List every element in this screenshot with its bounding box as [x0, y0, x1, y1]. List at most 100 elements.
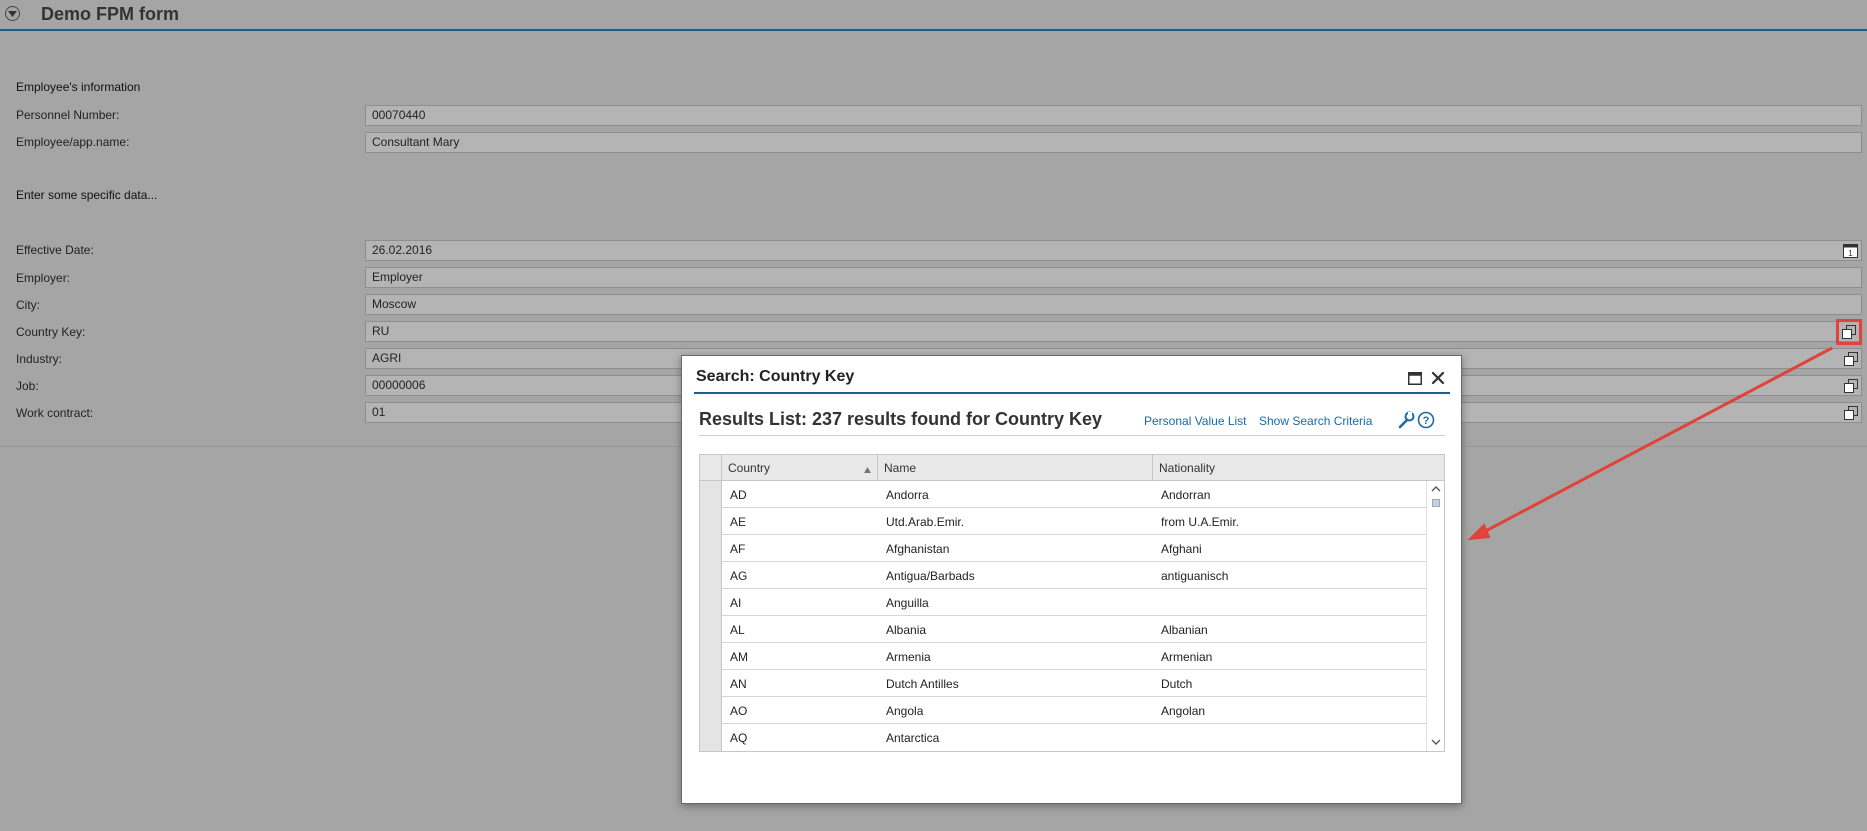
- nationality-cell: Afghani: [1161, 542, 1202, 556]
- nationality-cell: Albanian: [1161, 623, 1208, 637]
- name-cell: Albania: [886, 623, 927, 637]
- show-search-criteria-link[interactable]: Show Search Criteria: [1259, 414, 1372, 428]
- dialog-titlebar: Search: Country Key: [694, 364, 1450, 394]
- name-cell: Armenia: [886, 650, 931, 664]
- row-selector[interactable]: [700, 670, 722, 697]
- job-value: 00000006: [372, 378, 426, 392]
- value-help-icon: [1843, 378, 1858, 393]
- nationality-cell: [1153, 589, 1426, 616]
- help-button[interactable]: ?: [1417, 411, 1435, 429]
- page-title: Demo FPM form: [41, 4, 180, 24]
- close-icon: [1431, 371, 1445, 385]
- table-row[interactable]: AM Armenia Armenian: [700, 643, 1426, 670]
- country-cell: AI: [730, 596, 742, 610]
- nationality-cell: antiguanisch: [1161, 569, 1229, 583]
- country-cell: AN: [730, 677, 747, 691]
- row-selector[interactable]: [700, 562, 722, 589]
- industry-label: Industry:: [16, 352, 63, 366]
- effective-date-field[interactable]: 26.02.2016 1: [365, 240, 1862, 261]
- employer-value: Employer: [372, 270, 423, 284]
- country-key-field[interactable]: RU: [365, 319, 1862, 345]
- city-label: City:: [16, 298, 40, 312]
- value-help-icon: [1842, 325, 1856, 339]
- value-help-icon: [1843, 405, 1858, 420]
- employee-name-field[interactable]: Consultant Mary: [365, 132, 1862, 153]
- table-row[interactable]: AG Antigua/Barbads antiguanisch: [700, 562, 1426, 589]
- column-header-country[interactable]: Country: [722, 455, 878, 481]
- row-selector[interactable]: [700, 589, 722, 616]
- personnel-number-field[interactable]: 00070440: [365, 105, 1862, 126]
- table-row[interactable]: AF Afghanistan Afghani: [700, 535, 1426, 562]
- name-cell: Dutch Antilles: [886, 677, 959, 691]
- maximize-button[interactable]: [1407, 370, 1423, 386]
- table-row[interactable]: AI Anguilla: [700, 589, 1426, 616]
- table-row[interactable]: AO Angola Angolan: [700, 697, 1426, 724]
- employer-label: Employer:: [16, 271, 71, 285]
- country-cell: AQ: [730, 731, 748, 745]
- nationality-cell: Andorran: [1161, 488, 1211, 502]
- name-cell: Utd.Arab.Emir.: [886, 515, 965, 529]
- row-selector[interactable]: [700, 535, 722, 562]
- effective-date-label: Effective Date:: [16, 243, 94, 257]
- nationality-cell: [1153, 724, 1426, 751]
- collapse-toggle-button[interactable]: [5, 6, 20, 21]
- row-selector[interactable]: [700, 697, 722, 724]
- results-header: Results List: 237 results found for Coun…: [699, 406, 1445, 436]
- industry-value-help-button[interactable]: [1842, 350, 1859, 367]
- row-selector[interactable]: [700, 481, 722, 508]
- calendar-button[interactable]: 1: [1842, 242, 1859, 259]
- row-selector[interactable]: [700, 508, 722, 535]
- effective-date-value: 26.02.2016: [372, 243, 433, 257]
- country-key-label: Country Key:: [16, 325, 86, 339]
- close-button[interactable]: [1430, 370, 1446, 386]
- name-cell: Angola: [886, 704, 924, 718]
- country-key-value: RU: [372, 324, 390, 338]
- row-selector[interactable]: [700, 643, 722, 670]
- country-cell: AF: [730, 542, 746, 556]
- table-row[interactable]: AD Andorra Andorran: [700, 481, 1426, 508]
- employer-field[interactable]: Employer: [365, 267, 1862, 288]
- personnel-number-value: 00070440: [372, 108, 426, 122]
- vertical-scrollbar[interactable]: [1426, 481, 1444, 751]
- table-row[interactable]: AN Dutch Antilles Dutch: [700, 670, 1426, 697]
- dialog-title: Search: Country Key: [696, 368, 855, 385]
- column-header-name[interactable]: Name: [878, 455, 1153, 481]
- table-row[interactable]: AL Albania Albanian: [700, 616, 1426, 643]
- settings-button[interactable]: [1397, 411, 1415, 429]
- work-contract-value-help-button[interactable]: [1842, 404, 1859, 421]
- work-contract-value: 01: [372, 405, 386, 419]
- country-cell: AG: [730, 569, 748, 583]
- personal-value-list-link[interactable]: Personal Value List: [1144, 414, 1247, 428]
- row-selector[interactable]: [700, 724, 722, 751]
- scroll-thumb[interactable]: [1432, 499, 1440, 507]
- country-cell: AO: [730, 704, 748, 718]
- row-selector[interactable]: [700, 616, 722, 643]
- select-all-header[interactable]: [700, 455, 722, 481]
- nationality-cell: from U.A.Emir.: [1161, 515, 1240, 529]
- job-label: Job:: [16, 379, 39, 393]
- work-contract-label: Work contract:: [16, 406, 94, 420]
- value-help-icon: [1843, 351, 1858, 366]
- table-header: Country Name Nationality: [700, 455, 1444, 481]
- nationality-cell: Angolan: [1161, 704, 1206, 718]
- maximize-icon: [1408, 371, 1422, 385]
- wrench-icon: [1398, 411, 1415, 429]
- name-cell: Andorra: [886, 488, 929, 502]
- industry-value: AGRI: [372, 351, 402, 365]
- table-row[interactable]: AE Utd.Arab.Emir. from U.A.Emir.: [700, 508, 1426, 535]
- name-cell: Antigua/Barbads: [886, 569, 975, 583]
- country-cell: AL: [730, 623, 745, 637]
- employee-name-value: Consultant Mary: [372, 135, 460, 149]
- scroll-down-icon[interactable]: [1431, 739, 1441, 746]
- column-header-nationality[interactable]: Nationality: [1153, 455, 1444, 481]
- search-dialog: Search: Country Key Results List: 237 re…: [681, 355, 1462, 804]
- table-row[interactable]: AQ Antarctica: [700, 724, 1426, 751]
- scroll-up-icon[interactable]: [1431, 485, 1441, 492]
- chevron-down-icon: [8, 10, 17, 17]
- nationality-cell: Dutch: [1161, 677, 1193, 691]
- employee-name-label: Employee/app.name:: [16, 135, 130, 149]
- city-field[interactable]: Moscow: [365, 294, 1862, 315]
- name-cell: Anguilla: [886, 596, 929, 610]
- job-value-help-button[interactable]: [1842, 377, 1859, 394]
- country-key-value-help-button[interactable]: [1836, 319, 1862, 345]
